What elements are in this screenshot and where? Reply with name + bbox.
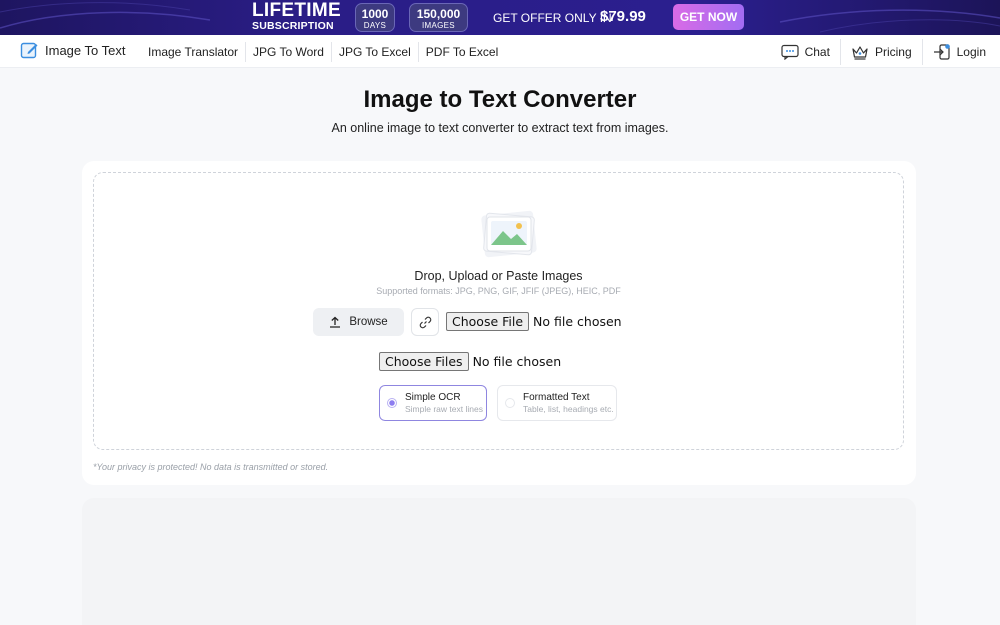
browse-button[interactable]: Browse <box>313 308 404 336</box>
mode-formatted-text[interactable]: Formatted Text Table, list, headings etc… <box>497 385 617 421</box>
brand-logo[interactable]: Image To Text <box>20 41 125 60</box>
brand-name: Image To Text <box>45 43 126 58</box>
privacy-note: *Your privacy is protected! No data is t… <box>93 462 329 472</box>
file-input[interactable]: Choose File No file chosen <box>446 312 622 331</box>
choose-file-button[interactable]: Choose File <box>446 312 530 331</box>
images-value: 150,000 <box>416 7 461 21</box>
pricing-label: Pricing <box>874 44 912 59</box>
mode-description: Table, list, headings etc. <box>523 403 614 414</box>
nav-link-pdf-to-excel[interactable]: PDF To Excel <box>419 42 505 62</box>
chat-link[interactable]: Chat <box>771 38 841 65</box>
mode-simple-ocr[interactable]: Simple OCR Simple raw text lines <box>379 385 487 421</box>
page-title: Image to Text Converter <box>363 86 637 113</box>
chat-icon <box>780 44 799 60</box>
days-value: 1000 <box>361 7 389 21</box>
nav-link-jpg-to-excel[interactable]: JPG To Excel <box>332 41 419 62</box>
offer-price: $79.99 <box>600 8 646 25</box>
promo-banner[interactable]: LIFETIME SUBSCRIPTION 1000 DAYS 150,000 … <box>0 0 1000 35</box>
images-unit: IMAGES <box>422 21 455 30</box>
lifetime-text: LIFETIME <box>252 0 341 21</box>
file-status: No file chosen <box>533 314 622 329</box>
nav-link-image-translator[interactable]: Image Translator <box>141 41 247 62</box>
mode-title: Simple OCR <box>405 391 461 403</box>
supported-formats: Supported formats: JPG, PNG, GIF, JFIF (… <box>376 286 621 296</box>
files-status: No file chosen <box>472 354 562 369</box>
pricing-link[interactable]: Pricing <box>841 38 923 65</box>
drop-zone[interactable]: Drop, Upload or Paste Images Supported f… <box>93 172 904 450</box>
login-icon <box>933 43 950 60</box>
url-link-button[interactable] <box>411 308 439 336</box>
mode-title: Formatted Text <box>523 391 590 403</box>
subscription-text: SUBSCRIPTION <box>252 20 334 32</box>
browse-label: Browse <box>349 316 388 328</box>
results-panel <box>82 498 916 625</box>
days-unit: DAYS <box>363 21 387 30</box>
upload-arrow-icon <box>330 316 341 328</box>
days-badge: 1000 DAYS <box>355 3 395 32</box>
crown-icon <box>852 45 868 60</box>
offer-text: GET OFFER ONLY IN <box>493 11 612 25</box>
images-badge: 150,000 IMAGES <box>409 3 468 32</box>
get-now-button[interactable]: GET NOW <box>673 4 744 30</box>
lifetime-label: LIFETIME SUBSCRIPTION <box>252 1 341 32</box>
image-upload-illustration-icon <box>481 210 537 258</box>
login-label: Login <box>956 44 986 59</box>
edit-note-icon <box>20 42 38 59</box>
files-input[interactable]: Choose Files No file chosen <box>379 352 561 371</box>
radio-selected[interactable] <box>387 398 397 408</box>
nav-links: Image Translator JPG To Word JPG To Exce… <box>141 35 505 68</box>
top-nav: Image To Text Image Translator JPG To Wo… <box>0 35 1000 68</box>
upload-card: Drop, Upload or Paste Images Supported f… <box>82 161 916 485</box>
chat-label: Chat <box>804 44 830 59</box>
mode-description: Simple raw text lines <box>405 403 483 414</box>
login-link[interactable]: Login <box>923 39 986 65</box>
link-icon <box>419 316 431 328</box>
choose-files-button[interactable]: Choose Files <box>379 352 469 371</box>
nav-actions: Chat Pricing Login <box>771 35 986 68</box>
drop-title: Drop, Upload or Paste Images <box>414 269 583 283</box>
nav-link-jpg-to-word[interactable]: JPG To Word <box>246 41 332 62</box>
page-subtitle: An online image to text converter to ext… <box>331 121 669 135</box>
radio-unselected[interactable] <box>505 398 515 408</box>
